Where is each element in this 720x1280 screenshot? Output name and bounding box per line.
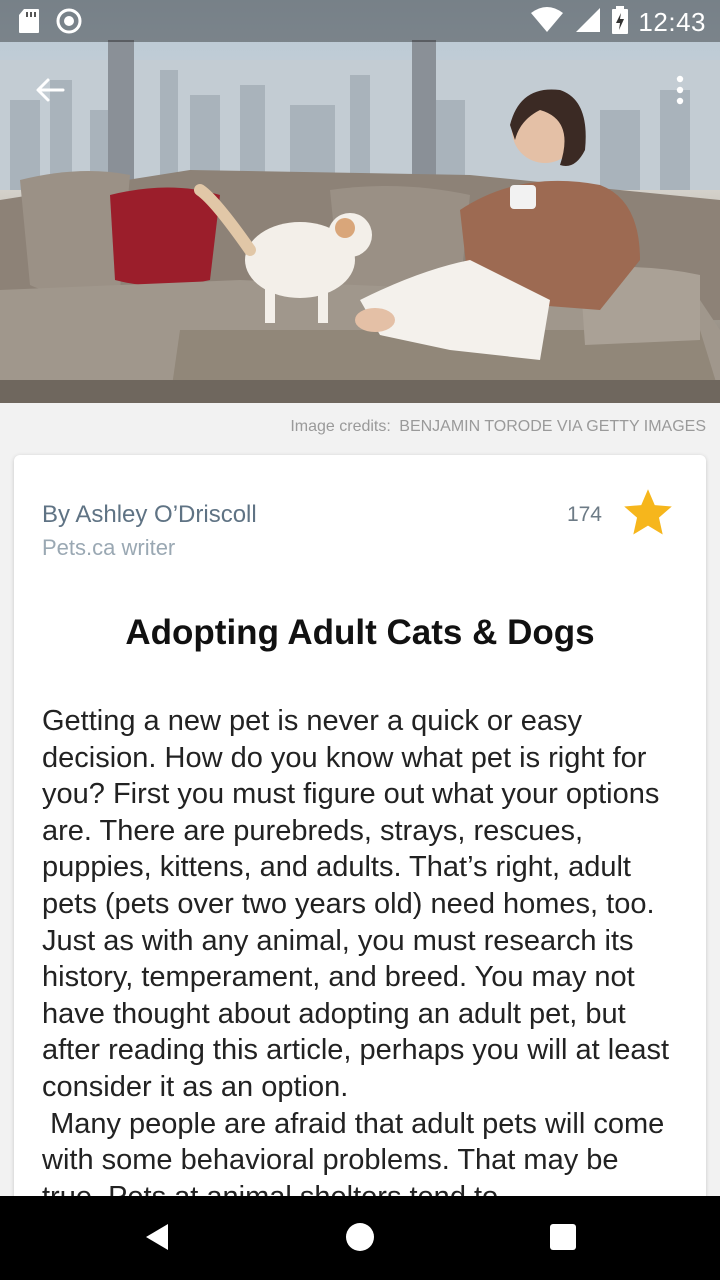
battery-charging-icon [612,6,629,39]
image-credits-value: BENJAMIN TORODE VIA GETTY IMAGES [399,418,706,435]
system-nav-bar [0,1196,720,1280]
hero-photo [0,40,720,403]
arrow-left-icon [35,77,65,108]
more-vertical-icon [675,75,685,110]
author-role: Pets.ca writer [42,535,176,560]
article-hero-image [0,0,720,403]
square-recents-icon [549,1223,577,1256]
status-time: 12:43 [638,7,706,37]
article-body: Getting a new pet is never a quick or ea… [42,703,682,1215]
signal-icon [574,6,602,39]
favorites-count: 174 [566,503,602,526]
article-card: By Ashley O’Driscoll Pets.ca writer 174 … [14,455,706,1215]
status-bar: 12:43 [0,0,720,42]
image-credits-label: Image credits: [290,418,391,435]
article-title: Adopting Adult Cats & Dogs [125,613,595,652]
author-name[interactable]: By Ashley O’Driscoll [42,501,257,529]
triangle-back-icon [143,1222,171,1257]
circle-home-icon [345,1222,375,1257]
nav-home-button[interactable] [335,1214,385,1264]
image-credits: Image credits: BENJAMIN TORODE VIA GETTY… [290,418,706,436]
more-options-button[interactable] [658,70,702,114]
favorite-button[interactable] [620,485,676,541]
circle-notification-icon [56,8,82,39]
star-icon [620,489,676,545]
nav-back-button[interactable] [132,1214,182,1264]
article-paragraph: Getting a new pet is never a quick or ea… [42,705,670,1103]
wifi-icon [530,6,564,39]
back-button[interactable] [28,70,72,114]
nav-recents-button[interactable] [538,1214,588,1264]
sd-card-icon [18,8,40,39]
